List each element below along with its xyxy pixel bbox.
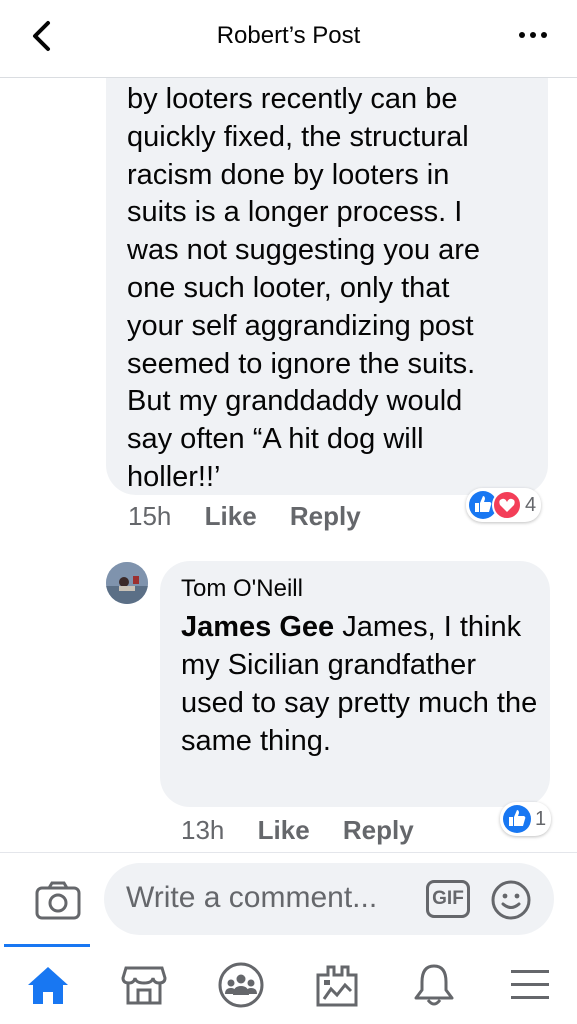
comment-bubble: by looters recently can be quickly fixed… — [106, 78, 548, 495]
reply-button[interactable]: Reply — [290, 501, 361, 531]
tab-notifications[interactable] — [406, 960, 462, 1010]
comment-time: 13h — [181, 815, 225, 845]
tab-pages[interactable] — [309, 960, 365, 1010]
reply-actions: 13h Like Reply — [181, 815, 440, 846]
more-dots-icon[interactable] — [517, 22, 549, 48]
comment-author[interactable]: Tom O'Neill — [181, 575, 303, 603]
menu-icon — [511, 970, 549, 999]
notifications-icon — [414, 964, 454, 1006]
tab-marketplace[interactable] — [116, 960, 172, 1010]
love-reaction-icon — [492, 490, 522, 520]
gif-button[interactable]: GIF — [426, 880, 470, 918]
bottom-tab-bar — [0, 944, 577, 1024]
tab-home[interactable] — [20, 960, 76, 1010]
like-button[interactable]: Like — [205, 501, 257, 531]
emoji-icon[interactable] — [490, 879, 532, 921]
tab-menu[interactable] — [502, 960, 558, 1010]
reaction-count: 4 — [525, 493, 537, 516]
comment-composer: Write a comment... GIF — [0, 852, 577, 944]
top-bar: Robert’s Post — [0, 0, 577, 78]
marketplace-icon — [121, 966, 167, 1005]
home-icon — [28, 967, 68, 1004]
comment-input[interactable]: Write a comment... GIF — [104, 863, 554, 935]
reaction-count: 1 — [535, 807, 547, 830]
comment-text: by looters recently can be quickly fixed… — [127, 83, 481, 493]
like-button[interactable]: Like — [258, 815, 310, 845]
comment-placeholder: Write a comment... — [126, 881, 378, 914]
page-title: Robert’s Post — [216, 22, 361, 49]
pages-icon — [316, 965, 358, 1007]
active-tab-indicator — [4, 944, 90, 947]
like-reaction-icon — [503, 805, 531, 833]
reaction-summary[interactable]: 4 — [466, 488, 542, 522]
camera-icon[interactable] — [34, 879, 82, 921]
comments-list[interactable]: by looters recently can be quickly fixed… — [0, 78, 577, 852]
mention-tag[interactable]: James Gee — [181, 611, 334, 643]
comment-time: 15h — [128, 501, 172, 531]
reply-button[interactable]: Reply — [343, 815, 414, 845]
avatar[interactable] — [106, 562, 148, 604]
reply-bubble: Tom O'Neill James Gee James, I think my … — [160, 561, 550, 807]
reaction-summary[interactable]: 1 — [500, 802, 552, 836]
reply-text: James Gee James, I think my Sicilian gra… — [181, 608, 541, 760]
groups-icon — [218, 962, 264, 1008]
tab-groups[interactable] — [213, 960, 269, 1010]
comment-actions: 15h Like Reply — [128, 501, 387, 532]
